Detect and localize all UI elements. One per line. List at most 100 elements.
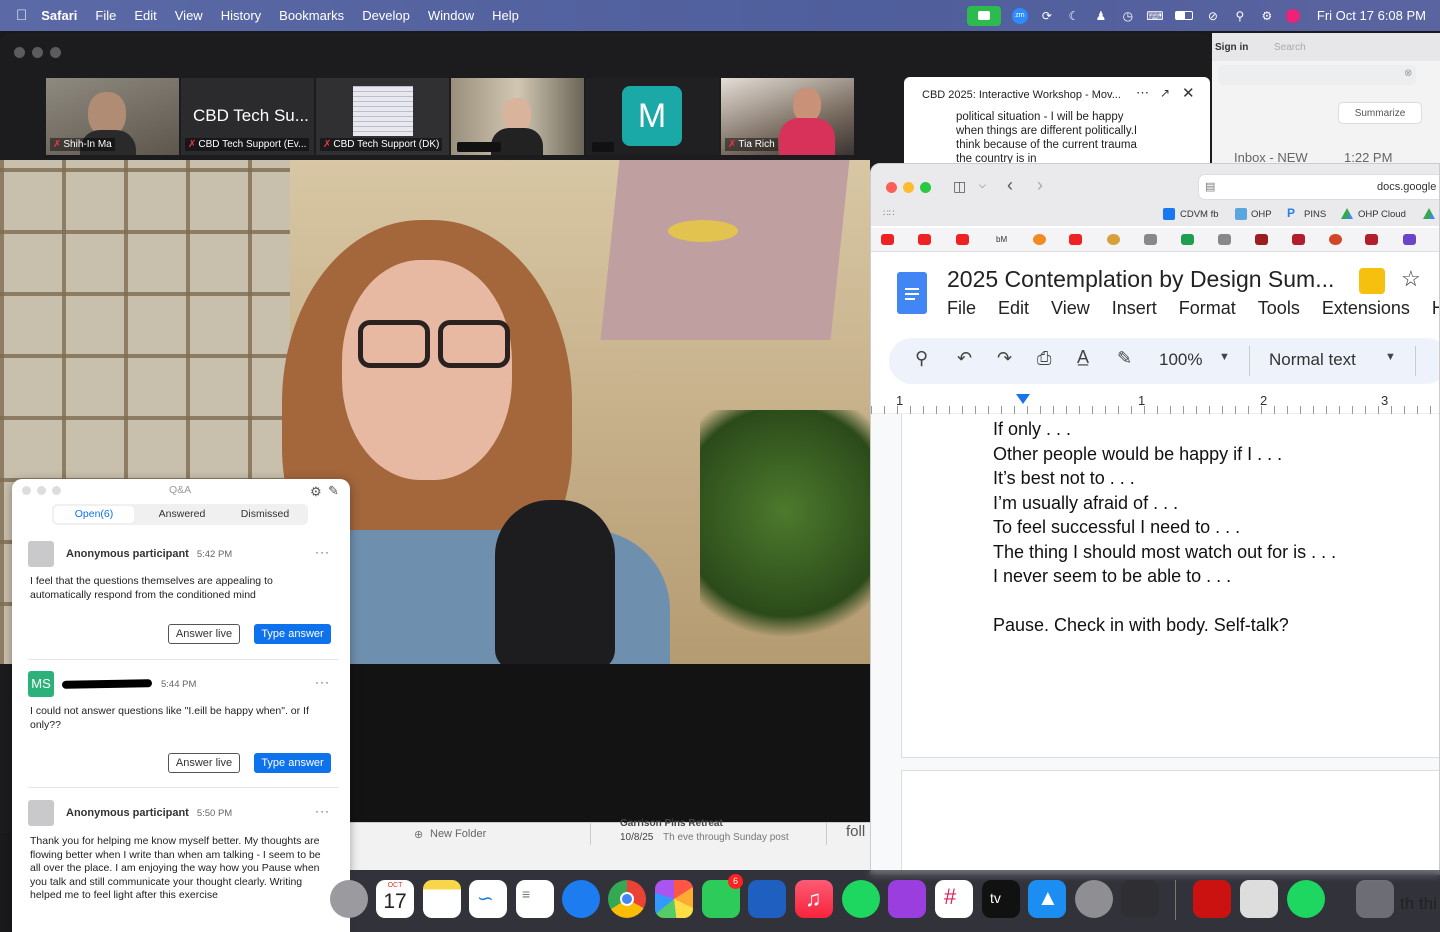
- dock-app-icon[interactable]: [330, 880, 368, 918]
- redo-icon[interactable]: ↷: [997, 348, 1012, 369]
- forms-icon[interactable]: [1403, 234, 1416, 245]
- zoom-select[interactable]: 100%: [1159, 350, 1202, 370]
- star-icon[interactable]: ☆: [1401, 266, 1421, 292]
- docs-menu-view[interactable]: View: [1051, 298, 1090, 319]
- answer-live-button[interactable]: Answer live: [168, 624, 240, 644]
- mail-search-field[interactable]: [1218, 65, 1416, 85]
- docs-logo-icon[interactable]: [897, 272, 927, 314]
- moon-icon[interactable]: ☾: [1066, 9, 1082, 23]
- participant-tile[interactable]: ✗ Shih-In Ma: [46, 78, 179, 155]
- document-line[interactable]: It’s best not to . . .: [993, 468, 1135, 489]
- m-icon[interactable]: [1218, 234, 1231, 245]
- tab-dismissed[interactable]: Dismissed: [225, 506, 305, 523]
- docs-menu-format[interactable]: Format: [1179, 298, 1236, 319]
- document-line[interactable]: I never seem to be able to . . .: [993, 566, 1231, 587]
- chevron-down-icon[interactable]: ▼: [1219, 351, 1230, 363]
- spotify-icon[interactable]: [1287, 880, 1325, 918]
- freeform-icon[interactable]: ∽: [469, 880, 507, 918]
- sidebar-icon[interactable]: ◫: [953, 178, 966, 195]
- popout-icon[interactable]: ↗: [1160, 86, 1170, 100]
- chrome-icon[interactable]: [608, 880, 646, 918]
- window-close-button[interactable]: [22, 486, 31, 495]
- type-answer-button[interactable]: Type answer: [254, 624, 331, 644]
- facetime-icon[interactable]: 6: [702, 874, 743, 918]
- more-icon[interactable]: ···: [315, 675, 330, 689]
- sheets-icon[interactable]: [1181, 234, 1194, 245]
- style-select[interactable]: Normal text: [1269, 350, 1356, 370]
- search-icon[interactable]: ⚲: [1232, 9, 1248, 23]
- reminders-icon[interactable]: ≡: [516, 880, 554, 918]
- window-zoom-button[interactable]: [52, 486, 61, 495]
- undo-icon[interactable]: ↶: [957, 348, 972, 369]
- control-center-icon[interactable]: ⚙: [1259, 9, 1275, 23]
- address-bar[interactable]: docs.google ▤: [1198, 174, 1439, 200]
- clock-datetime[interactable]: Fri Oct 17 6:08 PM: [1317, 8, 1426, 23]
- shield-icon[interactable]: [1255, 234, 1268, 245]
- answer-live-button[interactable]: Answer live: [168, 753, 240, 773]
- apple-icon[interactable]: : [16, 7, 27, 24]
- mail-search[interactable]: Search: [1274, 42, 1306, 53]
- print-icon[interactable]: ⎙: [1037, 348, 1051, 369]
- slack-icon[interactable]: #: [935, 880, 973, 918]
- menu-bookmarks[interactable]: Bookmarks: [279, 8, 344, 23]
- window-minimize-button[interactable]: [37, 486, 46, 495]
- bookmark-bm-icon[interactable]: bM: [996, 235, 1007, 244]
- add-icon[interactable]: ⊕: [414, 828, 423, 841]
- bookmark-cdvm[interactable]: CDVM fb: [1180, 209, 1219, 220]
- search-menus-icon[interactable]: ⚲: [915, 348, 928, 369]
- grid-icon[interactable]: ∷∷: [883, 208, 894, 219]
- time-machine-icon[interactable]: ◷: [1120, 9, 1136, 23]
- window-close-button[interactable]: [886, 182, 897, 193]
- window-zoom-button[interactable]: [50, 47, 61, 58]
- s-icon[interactable]: [1365, 234, 1378, 245]
- paint-format-icon[interactable]: ✎: [1117, 348, 1132, 369]
- more-icon[interactable]: ···: [315, 804, 330, 818]
- window-zoom-button[interactable]: [920, 182, 931, 193]
- window-minimize-button[interactable]: [903, 182, 914, 193]
- menu-history[interactable]: History: [221, 8, 261, 23]
- sync-icon[interactable]: ⟳: [1039, 9, 1055, 23]
- youtube-icon[interactable]: [1069, 234, 1082, 245]
- g-icon[interactable]: [1144, 234, 1157, 245]
- document-line[interactable]: To feel successful I need to . . .: [993, 517, 1240, 538]
- iphone-mirroring-icon[interactable]: [1121, 880, 1159, 918]
- bookmark-ohp[interactable]: OHP: [1251, 209, 1272, 220]
- participant-tile[interactable]: ✗ CBD Tech Support (DK): [316, 78, 449, 155]
- user-avatar-icon[interactable]: [1285, 8, 1300, 23]
- menu-window[interactable]: Window: [428, 8, 474, 23]
- tab-answered[interactable]: Answered: [142, 506, 222, 523]
- document-title[interactable]: 2025 Contemplation by Design Sum...: [947, 266, 1334, 293]
- participant-tile[interactable]: ✗ Tia Rich: [721, 78, 854, 155]
- zoom-menu-icon[interactable]: zm: [1011, 7, 1028, 24]
- participant-tile[interactable]: M: [586, 78, 719, 155]
- window-close-button[interactable]: [14, 47, 25, 58]
- youtube-icon[interactable]: [918, 234, 931, 245]
- new-folder-label[interactable]: New Folder: [430, 828, 486, 840]
- summarize-button[interactable]: Summarize: [1338, 102, 1422, 124]
- system-settings-icon[interactable]: [1075, 880, 1113, 918]
- docs-menu-tools[interactable]: Tools: [1258, 298, 1300, 319]
- s-icon[interactable]: [1292, 234, 1305, 245]
- app-store-icon[interactable]: ▲: [1028, 880, 1066, 918]
- spellcheck-icon[interactable]: A̲: [1077, 347, 1089, 368]
- keyboard-icon[interactable]: ⌨: [1146, 9, 1163, 23]
- powerpoint-icon[interactable]: [1329, 234, 1342, 245]
- document-line[interactable]: Pause. Check in with body. Self-talk?: [993, 615, 1289, 636]
- notes-icon[interactable]: [423, 880, 461, 918]
- document-line[interactable]: The thing I should most watch out for is…: [993, 542, 1336, 563]
- document-line[interactable]: I’m usually afraid of . . .: [993, 493, 1178, 514]
- spotify-icon[interactable]: [842, 880, 880, 918]
- docs-menu-help[interactable]: He: [1432, 298, 1439, 319]
- leaf-icon[interactable]: [1033, 234, 1046, 245]
- document-line[interactable]: Other people would be happy if I . . .: [993, 444, 1282, 465]
- apple-tv-icon[interactable]: tv: [982, 880, 1020, 918]
- trash-icon[interactable]: [1356, 880, 1394, 918]
- clear-icon[interactable]: ⊗: [1404, 68, 1412, 79]
- menu-view[interactable]: View: [175, 8, 203, 23]
- word-icon[interactable]: [748, 880, 786, 918]
- menu-app-name[interactable]: Safari: [41, 8, 77, 23]
- event-title[interactable]: Garrison Pins Retreat: [620, 818, 723, 829]
- acrobat-icon[interactable]: [1193, 880, 1231, 918]
- forward-icon[interactable]: ›: [1037, 175, 1043, 196]
- gear-icon[interactable]: ⚙: [310, 484, 322, 500]
